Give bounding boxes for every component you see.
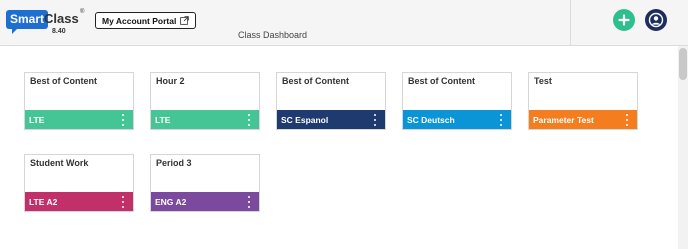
class-card[interactable]: Best of Content SC Deutsch — [402, 72, 512, 130]
class-tag-bar: LTE — [25, 110, 133, 129]
logo-registered-mark: ® — [80, 9, 85, 15]
page-title: Class Dashboard — [238, 30, 308, 40]
more-options-icon[interactable] — [245, 195, 253, 209]
portal-button-label: My Account Portal — [102, 15, 177, 26]
class-card[interactable]: Best of Content SC Espanol — [276, 72, 386, 130]
class-card[interactable]: Test Parameter Test — [528, 72, 638, 130]
external-link-icon — [180, 16, 190, 25]
app-version: 8.40 — [52, 28, 66, 35]
class-tag: SC Deutsch — [407, 114, 455, 125]
more-options-icon[interactable] — [371, 113, 379, 127]
logo-badge: Smart — [6, 10, 49, 34]
scrollbar-thumb[interactable] — [679, 48, 687, 80]
class-tag-bar: SC Espanol — [277, 110, 385, 129]
class-card[interactable]: Student Work LTE A2 — [24, 154, 134, 212]
more-options-icon[interactable] — [119, 195, 127, 209]
class-tag-bar: Parameter Test — [529, 110, 637, 129]
class-tag-bar: LTE — [151, 110, 259, 129]
smartclass-logo[interactable]: Smart Class ® 8.40 — [6, 8, 86, 40]
account-button[interactable] — [645, 9, 667, 31]
class-name: Best of Content — [30, 76, 97, 86]
more-options-icon[interactable] — [245, 113, 253, 127]
class-card[interactable]: Hour 2 LTE — [150, 72, 260, 130]
vertical-scrollbar[interactable] — [678, 46, 688, 249]
class-tag-bar: LTE A2 — [25, 192, 133, 211]
class-card[interactable]: Best of Content LTE — [24, 72, 134, 130]
more-options-icon[interactable] — [497, 113, 505, 127]
app-header: Smart Class ® 8.40 My Account Portal Cla… — [0, 0, 688, 46]
header-divider — [570, 0, 571, 46]
my-account-portal-button[interactable]: My Account Portal — [95, 12, 197, 29]
add-class-button[interactable] — [613, 9, 635, 31]
logo-word: Class — [44, 11, 79, 26]
user-icon — [648, 12, 664, 28]
more-options-icon[interactable] — [623, 113, 631, 127]
class-tag-bar: SC Deutsch — [403, 110, 511, 129]
class-card[interactable]: Period 3 ENG A2 — [150, 154, 260, 212]
class-name: Hour 2 — [156, 76, 185, 86]
class-name: Best of Content — [282, 76, 349, 86]
class-tag: ENG A2 — [155, 196, 187, 207]
class-tag: Parameter Test — [533, 114, 594, 125]
class-name: Student Work — [30, 158, 89, 168]
class-tag-bar: ENG A2 — [151, 192, 259, 211]
class-tag: LTE A2 — [29, 196, 58, 207]
class-tag: LTE — [29, 114, 45, 125]
class-tag: SC Espanol — [281, 114, 329, 125]
plus-icon — [618, 14, 630, 26]
class-tag: LTE — [155, 114, 171, 125]
class-name: Period 3 — [156, 158, 192, 168]
class-name: Test — [534, 76, 552, 86]
more-options-icon[interactable] — [119, 113, 127, 127]
class-name: Best of Content — [408, 76, 475, 86]
